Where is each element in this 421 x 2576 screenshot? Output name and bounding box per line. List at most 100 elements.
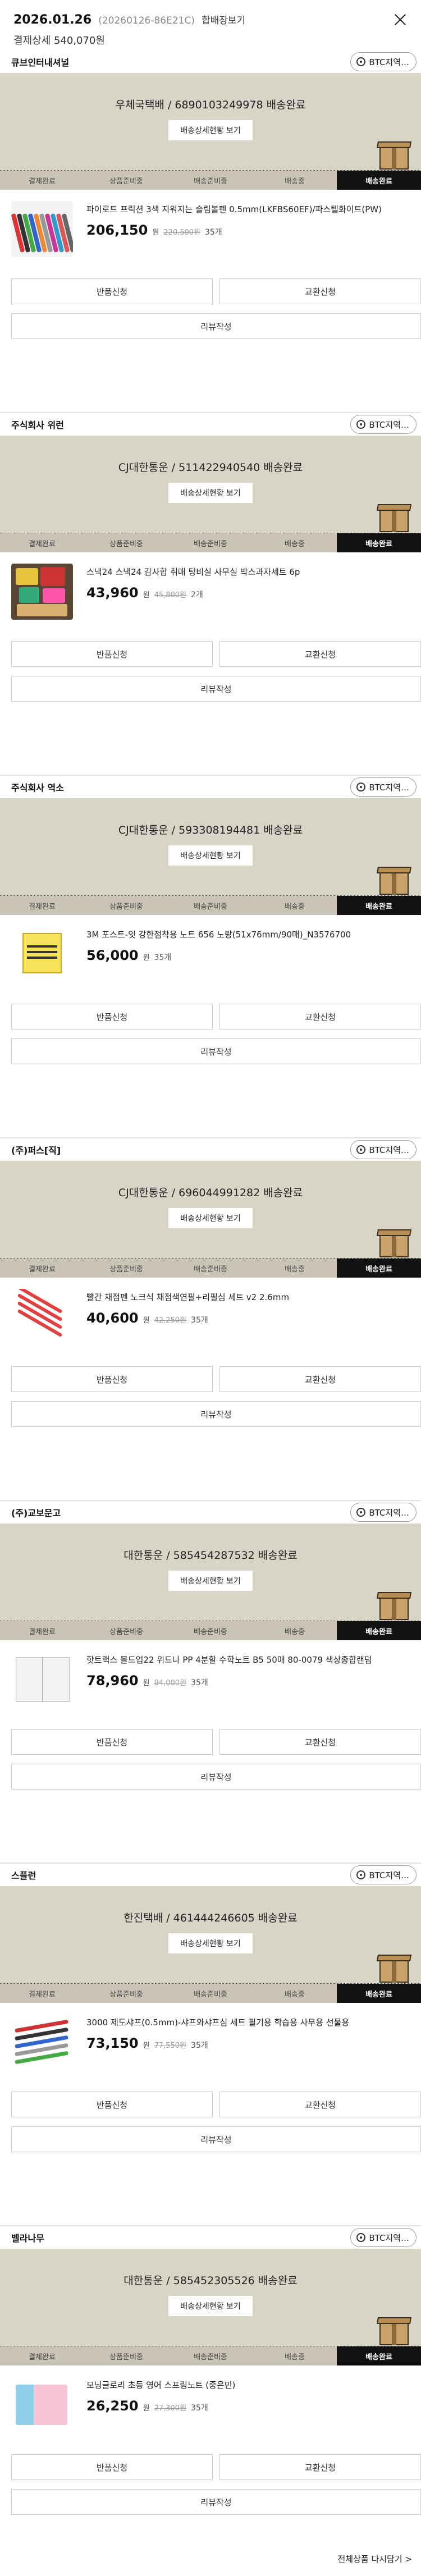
btc-region-button[interactable]: BTC지역… (350, 1503, 417, 1522)
progress-step: 배송중 (285, 1265, 305, 1274)
tracking-detail-button[interactable]: 배송상세현황 보기 (168, 1208, 253, 1228)
product-row[interactable]: 스낵24 스낵24 감사합 취매 탕비실 사무실 박스과자세트 6p 43,96… (0, 552, 421, 620)
seller-name: (주)퍼스[직] (11, 1145, 61, 1156)
product-thumbnail[interactable] (11, 2014, 73, 2070)
combined-shipping-link[interactable]: 합배장보기 (202, 12, 245, 26)
product-row[interactable]: 파이로트 프릭션 3색 지워지는 슬림볼펜 0.5mm(LKFBS60EF)/파… (0, 190, 421, 257)
product-thumbnail[interactable] (11, 2377, 73, 2433)
product-thumbnail[interactable] (11, 926, 73, 982)
review-button[interactable]: 리뷰작성 (11, 1038, 421, 1064)
return-button[interactable]: 반품신청 (11, 1004, 213, 1030)
tracking-detail-button[interactable]: 배송상세현황 보기 (168, 1933, 253, 1953)
btc-region-button[interactable]: BTC지역… (350, 2228, 417, 2247)
product-row[interactable]: 핫트랙스 몰드업22 위드나 PP 4분할 수학노트 B5 50매 80-007… (0, 1640, 421, 1708)
progress-step: 결제완료 (29, 1990, 56, 1999)
progress-step: 배송준비중 (194, 2353, 227, 2362)
original-price: 42,250원 (154, 1316, 187, 1325)
tracking-detail-button[interactable]: 배송상세현황 보기 (168, 483, 253, 503)
exchange-button[interactable]: 교환신청 (219, 1366, 421, 1392)
seller-header: 주식회사 역소 BTC지역… (0, 776, 421, 798)
btc-region-button[interactable]: BTC지역… (350, 52, 417, 71)
payment-summary[interactable]: 결제상세 540,070원 (13, 33, 408, 47)
btc-region-button[interactable]: BTC지역… (350, 1140, 417, 1159)
product-name[interactable]: 빨간 채점펜 노크식 채점색연필+리필심 세트 v2 2.6mm (86, 1289, 401, 1306)
progress-step: 배송완료 (337, 1984, 421, 2003)
btc-label: BTC지역… (369, 1870, 409, 1880)
exchange-button[interactable]: 교환신청 (219, 1004, 421, 1030)
product-row[interactable]: 빨간 채점펜 노크식 채점색연필+리필심 세트 v2 2.6mm 40,600 … (0, 1278, 421, 1345)
product-row[interactable]: 3M 포스트-잇 강한점착용 노트 656 노랑(51x76mm/90매)_N3… (0, 915, 421, 982)
location-pin-icon (356, 420, 366, 429)
product-quantity: 35개 (154, 953, 172, 962)
progress-step: 상품준비중 (109, 2353, 143, 2362)
original-price: 220,500원 (163, 228, 200, 237)
tracking-detail-button[interactable]: 배송상세현황 보기 (168, 120, 253, 140)
carrier-tracking-line: 대한통운 / 585454287532 배송완료 (123, 1549, 298, 1562)
review-button[interactable]: 리뷰작성 (11, 2126, 421, 2152)
reorder-all-link[interactable]: 전체상품 다시담기 > (337, 2553, 412, 2565)
product-name[interactable]: 모닝글로리 초등 영어 스프링노트 (중은민) (86, 2377, 401, 2394)
notebook-shape (16, 1657, 43, 1702)
return-button[interactable]: 반품신청 (11, 278, 213, 304)
seller-section: 주식회사 역소 BTC지역… CJ대한통운 / 593308194481 배송완… (0, 776, 421, 1137)
progress-step: 상품준비중 (109, 177, 143, 186)
product-info: 3M 포스트-잇 강한점착용 노트 656 노랑(51x76mm/90매)_N3… (86, 926, 401, 977)
exchange-button[interactable]: 교환신청 (219, 641, 421, 667)
product-thumbnail[interactable] (11, 1289, 73, 1345)
product-thumbnail[interactable] (11, 564, 73, 620)
exchange-button[interactable]: 교환신청 (219, 2092, 421, 2117)
product-row[interactable]: 3000 제도샤프(0.5mm)-샤프와샤프심 세트 필기용 학습용 사무용 선… (0, 2003, 421, 2070)
return-button[interactable]: 반품신청 (11, 641, 213, 667)
tracking-detail-button[interactable]: 배송상세현황 보기 (168, 845, 253, 866)
progress-step: 배송완료 (337, 2346, 421, 2365)
snack-shape (19, 587, 39, 603)
review-button[interactable]: 리뷰작성 (11, 2489, 421, 2515)
carrier-tracking-line: CJ대한통운 / 696044991282 배송완료 (118, 1187, 303, 1199)
tracking-detail-button[interactable]: 배송상세현황 보기 (168, 2296, 253, 2316)
price-row: 73,150 원 77,550원 35개 (86, 2035, 401, 2051)
product-name[interactable]: 파이로트 프릭션 3색 지워지는 슬림볼펜 0.5mm(LKFBS60EF)/파… (86, 201, 401, 218)
progress-step: 배송중 (285, 1627, 305, 1636)
progress-step: 상품준비중 (109, 539, 143, 548)
exchange-button[interactable]: 교환신청 (219, 278, 421, 304)
review-button[interactable]: 리뷰작성 (11, 1764, 421, 1790)
product-name[interactable]: 핫트랙스 몰드업22 위드나 PP 4분할 수학노트 B5 50매 80-007… (86, 1651, 401, 1668)
carrier-tracking-line: 대한통운 / 585452305526 배송완료 (123, 2275, 298, 2287)
btc-region-button[interactable]: BTC지역… (350, 777, 417, 797)
tracking-detail-button[interactable]: 배송상세현황 보기 (168, 1571, 253, 1591)
product-price: 40,600 (86, 1310, 139, 1326)
close-icon[interactable] (392, 11, 409, 28)
product-name[interactable]: 스낵24 스낵24 감사합 취매 탕비실 사무실 박스과자세트 6p (86, 564, 401, 580)
product-price: 78,960 (86, 1673, 139, 1689)
original-price: 84,000원 (154, 1679, 187, 1687)
product-price: 206,150 (86, 222, 148, 238)
progress-step: 상품준비중 (109, 902, 143, 911)
delivery-banner: 우체국택배 / 6890103249978 배송완료 배송상세현황 보기 결제완… (0, 73, 421, 190)
return-button[interactable]: 반품신청 (11, 2092, 213, 2117)
progress-step: 결제완료 (29, 2353, 56, 2362)
review-button[interactable]: 리뷰작성 (11, 1401, 421, 1427)
carrier-tracking-line: 우체국택배 / 6890103249978 배송완료 (115, 99, 306, 111)
product-info: 빨간 채점펜 노크식 채점색연필+리필심 세트 v2 2.6mm 40,600 … (86, 1289, 401, 1339)
btc-region-button[interactable]: BTC지역… (350, 415, 417, 434)
product-row[interactable]: 모닝글로리 초등 영어 스프링노트 (중은민) 26,250 원 27,300원… (0, 2365, 421, 2433)
review-button[interactable]: 리뷰작성 (11, 313, 421, 339)
exchange-button[interactable]: 교환신청 (219, 2454, 421, 2480)
btc-region-button[interactable]: BTC지역… (350, 1865, 417, 1884)
delivery-progress-bar: 결제완료 상품준비중 배송준비중 배송중 배송완료 (0, 2346, 421, 2365)
review-button[interactable]: 리뷰작성 (11, 676, 421, 702)
location-pin-icon (356, 1145, 366, 1154)
return-button[interactable]: 반품신청 (11, 2454, 213, 2480)
progress-step: 배송완료 (337, 896, 421, 915)
product-thumbnail[interactable] (11, 1651, 73, 1708)
exchange-button[interactable]: 교환신청 (219, 1729, 421, 1755)
seller-section: 스플런 BTC지역… 한진택배 / 461444246605 배송완료 배송상세… (0, 1864, 421, 2225)
order-header: 2026.01.26 (20260126-86E21C) 합배장보기 결제상세 … (0, 0, 421, 51)
product-name[interactable]: 3M 포스트-잇 강한점착용 노트 656 노랑(51x76mm/90매)_N3… (86, 926, 401, 943)
product-thumbnail[interactable] (11, 201, 73, 257)
seller-header: (주)교보문고 BTC지역… (0, 1501, 421, 1523)
return-button[interactable]: 반품신청 (11, 1366, 213, 1392)
return-button[interactable]: 반품신청 (11, 1729, 213, 1755)
progress-step: 배송준비중 (194, 177, 227, 186)
product-name[interactable]: 3000 제도샤프(0.5mm)-샤프와샤프심 세트 필기용 학습용 사무용 선… (86, 2014, 401, 2031)
